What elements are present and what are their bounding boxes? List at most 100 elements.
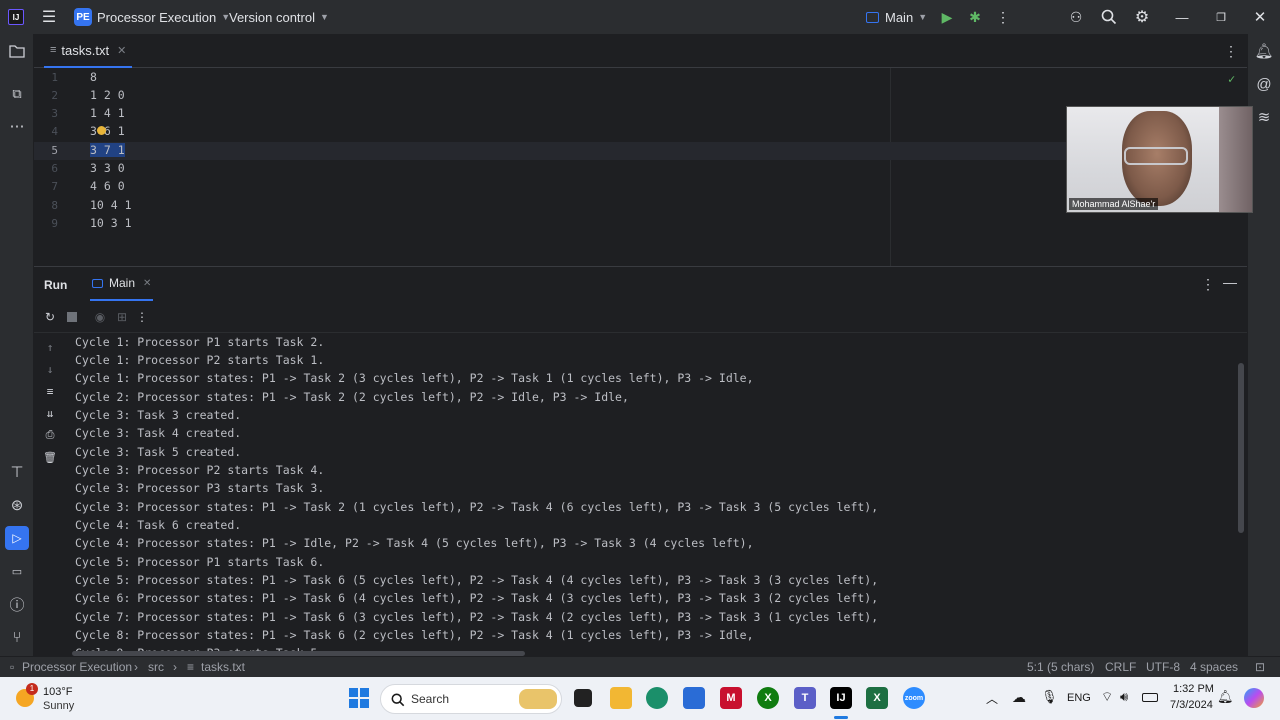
run-button[interactable]: ▶ [938,4,956,30]
more-icon[interactable]: ⋮ [134,309,150,325]
console-line: Cycle 5: Processor P1 starts Task 6. [75,555,325,569]
tab-options-icon[interactable]: ⋮ [1224,43,1238,60]
battery-icon[interactable] [1142,693,1158,702]
clock-time[interactable]: 1:32 PM [1173,683,1214,695]
scroll-to-end-icon[interactable]: ⇊ [42,405,58,421]
console-output[interactable]: ↑ ↓ ≡ ⇊ ⎙ 🗑︎ Cycle 1: Processor P1 start… [34,333,1247,657]
arrow-down-icon[interactable]: ↓ [42,361,58,377]
search-icon[interactable] [1099,4,1119,30]
debug-bug-icon[interactable]: ✱ [965,4,985,30]
settings-gear-icon[interactable]: ⚙ [1132,4,1152,30]
hide-panel-icon[interactable]: — [1223,274,1237,290]
intention-bulb-icon[interactable] [97,126,106,135]
soft-wrap-icon[interactable]: ≡ [42,383,58,399]
run-panel-title: Run [44,278,68,292]
console-gutter: ↑ ↓ ≡ ⇊ ⎙ 🗑︎ [34,333,64,657]
volume-icon[interactable]: 🔊︎ [1120,689,1128,705]
mcafee-icon[interactable]: M [720,687,742,709]
video-background [1219,107,1252,212]
line-separator[interactable]: CRLF [1105,660,1136,674]
tab-tasks-txt[interactable]: ≡ tasks.txt ✕ [44,34,133,68]
console-line: Cycle 1: Processor states: P1 -> Task 2 … [75,371,754,385]
wifi-icon[interactable]: ⌔ [1101,689,1113,705]
zoom-icon[interactable]: zoom [903,687,925,709]
status-bar: ▫ Processor Execution › src › ≡ tasks.tx… [0,656,1280,677]
camera-icon[interactable]: ◉ [92,309,108,325]
line-number: 4 [51,125,58,138]
no-problems-check-icon[interactable]: ✓ [1228,72,1235,86]
close-icon[interactable]: ✕ [117,44,126,57]
chevron-up-icon[interactable]: ︿ [986,690,998,707]
chevron-down-icon: ▼ [320,12,329,22]
indent-setting[interactable]: 4 spaces [1190,660,1238,674]
windows-start-icon[interactable] [349,688,369,708]
vcs-selector[interactable]: Version control ▼ [229,4,329,30]
console-line: Cycle 1: Processor P2 starts Task 1. [75,353,325,367]
minimize-button[interactable]: — [1172,4,1192,30]
vertical-scrollbar[interactable] [1238,363,1244,533]
breadcrumb-src[interactable]: src [148,660,164,674]
tab-label: Main [109,276,136,290]
git-icon[interactable]: ⑂ [5,625,29,649]
intellij-taskbar-icon[interactable]: IJ [830,687,852,709]
terminal-icon[interactable]: ▭ [5,559,29,583]
more-tools-icon[interactable]: ⋯ [5,114,29,138]
breadcrumb-file[interactable]: tasks.txt [201,660,245,674]
clock-date[interactable]: 7/3/2024 [1170,699,1213,711]
active-app-indicator [834,716,848,719]
edge-browser-icon[interactable] [646,687,668,709]
teams-icon[interactable]: T [794,687,816,709]
run-tool-icon[interactable]: ▷ [5,526,29,550]
taskbar-search[interactable]: Search [380,684,562,714]
stop-icon[interactable] [64,309,80,325]
store-icon[interactable] [683,687,705,709]
video-call-overlay[interactable]: Mohammad AlShae'r [1066,106,1253,213]
copilot-icon[interactable] [1244,688,1264,708]
problems-icon[interactable]: ⓘ [5,592,29,616]
line-number: 5 [51,144,58,157]
editor-line: 2 1 2 0 [34,87,1247,105]
rerun-icon[interactable]: ↻ [42,309,58,325]
notification-bell-icon[interactable]: 🔔︎ [1217,689,1234,705]
onedrive-icon[interactable]: ☁ [1012,689,1026,706]
console-line: Cycle 4: Task 6 created. [75,518,242,532]
add-user-icon[interactable]: ⚇ [1066,4,1086,30]
services-icon[interactable]: ⊛ [5,493,29,517]
more-actions-button[interactable]: ⋮ [996,4,1010,30]
microphone-icon[interactable]: 🎙︎ [1041,689,1058,705]
project-selector[interactable]: PE Processor Execution ▼ [74,4,230,30]
folder-icon[interactable] [5,39,29,63]
ai-assistant-icon[interactable]: @ [1252,72,1276,96]
task-view-icon[interactable] [574,689,592,707]
tab-main[interactable]: Main ✕ [90,267,154,301]
excel-icon[interactable]: X [866,687,888,709]
close-icon[interactable]: ✕ [143,278,151,289]
language-indicator[interactable]: ENG [1067,692,1091,704]
database-icon[interactable]: ≋ [1252,105,1276,129]
main-menu-button[interactable]: ☰ [38,4,60,30]
weather-widget[interactable]: 1 103°F Sunny [16,683,106,715]
restore-button[interactable]: ❐ [1211,4,1231,30]
run-config-selector[interactable]: Main ▼ [866,4,927,30]
arrow-up-icon[interactable]: ↑ [42,339,58,355]
file-explorer-icon[interactable] [610,687,632,709]
text-file-icon: ≡ [50,44,57,56]
close-button[interactable]: ✕ [1250,4,1270,30]
participant-name: Mohammad AlShae'r [1069,198,1159,210]
file-encoding[interactable]: UTF-8 [1146,660,1180,674]
structure-icon[interactable]: ⧉ [5,82,29,106]
line-text: 8 [90,70,97,84]
print-icon[interactable]: ⎙ [42,427,58,443]
left-tool-strip: ⧉ ⋯ ⊤ ⊛ ▷ ▭ ⓘ ⑂ [0,34,34,656]
trash-icon[interactable]: 🗑︎ [42,449,58,465]
restore-layout-icon[interactable]: ⊞ [114,309,130,325]
notifications-bell-icon[interactable]: 🔔︎ [1252,39,1276,63]
project-name: Processor Execution [97,9,217,25]
caret-position[interactable]: 5:1 (5 chars) [1027,660,1094,674]
more-options-icon[interactable]: ⋮ [1201,276,1215,293]
lock-icon[interactable]: ⊡ [1255,660,1265,674]
build-hammer-icon[interactable]: ⊤ [5,460,29,484]
breadcrumb-project[interactable]: Processor Execution [22,660,132,674]
line-text: 1 2 0 [90,88,125,102]
xbox-icon[interactable]: X [757,687,779,709]
